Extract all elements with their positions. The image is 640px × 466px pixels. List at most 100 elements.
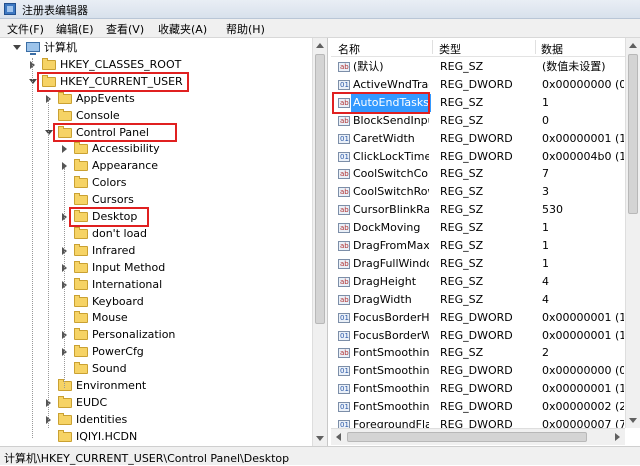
value-row[interactable]: ClickLockTime REG_DWORD 0x000004b0 (1200) <box>331 148 624 166</box>
folder-icon <box>74 142 88 155</box>
status-path: 计算机\HKEY_CURRENT_USER\Control Panel\Desk… <box>4 452 290 465</box>
value-row[interactable]: FocusBorderH... REG_DWORD 0x00000001 (1) <box>331 309 624 327</box>
folder-icon <box>74 243 88 256</box>
value-name: DragFromMaxi... <box>353 239 429 252</box>
tree-item-label: PowerCfg <box>92 345 144 359</box>
menu-help[interactable]: 帮助(H) <box>226 21 265 37</box>
value-row[interactable]: CaretWidth REG_DWORD 0x00000001 (1) <box>331 130 624 148</box>
string-value-icon <box>338 291 350 309</box>
value-data: 0x00000000 (0) <box>542 77 624 91</box>
scroll-thumb[interactable] <box>628 54 638 214</box>
value-type: REG_SZ <box>440 292 484 306</box>
menu-edit[interactable]: 编辑(E) <box>56 21 94 37</box>
value-row[interactable]: FontSmoothin... REG_DWORD 0x00000001 (1) <box>331 380 624 398</box>
scroll-up-arrow-icon[interactable] <box>316 43 324 48</box>
value-data: 0x00000001 (1) <box>542 382 624 396</box>
string-value-icon <box>338 183 350 201</box>
folder-icon <box>74 294 88 307</box>
tree-connector <box>32 58 33 438</box>
value-row[interactable]: BlockSendInpu... REG_SZ 0 <box>331 112 624 130</box>
column-header-name[interactable]: 名称 <box>338 41 360 57</box>
value-type: REG_SZ <box>440 185 484 199</box>
string-value-icon <box>338 344 350 362</box>
menu-file[interactable]: 文件(F) <box>7 21 44 37</box>
value-row[interactable]: FocusBorderW... REG_DWORD 0x00000001 (1) <box>331 327 624 345</box>
column-header-data[interactable]: 数据 <box>541 41 563 57</box>
values-vertical-scrollbar[interactable] <box>625 38 640 428</box>
tree-item-label: Mouse <box>92 311 128 325</box>
tree-vertical-scrollbar[interactable] <box>312 38 327 446</box>
value-data: 4 <box>542 292 549 306</box>
column-header-type[interactable]: 类型 <box>439 41 461 57</box>
dword-value-icon <box>338 130 350 148</box>
value-type: REG_SZ <box>440 60 484 73</box>
value-name: ClickLockTime <box>353 149 429 163</box>
value-row[interactable]: FontSmoothin... REG_DWORD 0x00000002 (2) <box>331 398 624 416</box>
value-row[interactable]: DragFromMaxi... REG_SZ 1 <box>331 237 624 255</box>
expanded-arrow-icon[interactable] <box>45 129 53 135</box>
folder-icon <box>74 193 88 206</box>
window-title: 注册表编辑器 <box>22 4 88 17</box>
tree-item-label: Infrared <box>92 243 136 257</box>
folder-icon <box>74 311 88 324</box>
tree-item-label: Keyboard <box>92 294 144 308</box>
value-data: (数值未设置) <box>542 60 606 73</box>
value-data: 0x000004b0 (1200) <box>542 149 624 163</box>
expanded-arrow-icon[interactable] <box>13 45 21 50</box>
scroll-thumb[interactable] <box>347 432 587 442</box>
value-type: REG_DWORD <box>440 310 513 324</box>
values-list-pane[interactable]: 名称 类型 数据 (默认)REG_SZ(数值未设置)ActiveWndTracR… <box>331 38 640 446</box>
value-row[interactable]: DockMoving REG_SZ 1 <box>331 219 624 237</box>
tree-item-label: HKEY_CLASSES_ROOT <box>60 57 182 71</box>
tree-item-label: Console <box>76 108 120 122</box>
tree-connector <box>64 168 65 388</box>
value-type: REG_SZ <box>440 256 484 270</box>
folder-icon <box>74 159 88 172</box>
value-type: REG_SZ <box>440 346 484 360</box>
folder-icon <box>58 395 72 408</box>
scroll-down-arrow-icon[interactable] <box>629 418 637 423</box>
collapsed-arrow-icon[interactable] <box>62 145 67 154</box>
value-name: DragWidth <box>353 292 412 306</box>
value-row[interactable]: FontSmoothin... REG_DWORD 0x00000000 (0) <box>331 362 624 380</box>
menu-favorites[interactable]: 收藏夹(A) <box>158 21 207 37</box>
highlight-box <box>37 71 190 92</box>
key-tree-pane[interactable]: 计算机 HKEY_CLASSES_ROOT HKEY_CURRENT_USER App… <box>0 38 328 446</box>
folder-icon <box>58 108 72 121</box>
scroll-thumb[interactable] <box>315 54 325 324</box>
value-row[interactable]: DragFullWindo... REG_SZ 1 <box>331 255 624 273</box>
folder-icon <box>74 362 88 375</box>
status-bar: 计算机\HKEY_CURRENT_USER\Control Panel\Desk… <box>0 446 640 465</box>
scroll-up-arrow-icon[interactable] <box>629 43 637 48</box>
value-row[interactable]: DragHeight REG_SZ 4 <box>331 273 624 291</box>
value-data: 1 <box>542 221 549 235</box>
value-name: CoolSwitchCol... <box>353 167 429 181</box>
scroll-left-arrow-icon[interactable] <box>336 433 341 441</box>
expanded-arrow-icon[interactable] <box>29 78 37 84</box>
value-row[interactable]: CoolSwitchRows REG_SZ 3 <box>331 183 624 201</box>
tree-item-label: Identities <box>76 412 128 426</box>
value-row[interactable]: DragWidth REG_SZ 4 <box>331 291 624 309</box>
folder-icon <box>58 412 72 425</box>
value-row[interactable]: CoolSwitchCol... REG_SZ 7 <box>331 165 624 183</box>
string-value-icon <box>338 237 350 255</box>
value-data: 0x00000001 (1) <box>542 328 624 342</box>
value-type: REG_DWORD <box>440 382 513 396</box>
scroll-down-arrow-icon[interactable] <box>316 436 324 441</box>
value-name: (默认) <box>353 60 384 73</box>
tree-item-label: Accessibility <box>92 142 160 156</box>
folder-icon <box>58 429 72 442</box>
value-row[interactable]: FontSmoothing REG_SZ 2 <box>331 344 624 362</box>
value-row[interactable]: CursorBlinkRate REG_SZ 530 <box>331 201 624 219</box>
scroll-right-arrow-icon[interactable] <box>615 433 620 441</box>
dword-value-icon <box>338 309 350 327</box>
values-horizontal-scrollbar[interactable] <box>331 428 625 445</box>
registry-icon <box>4 3 16 15</box>
value-name: DockMoving <box>353 221 421 235</box>
menu-view[interactable]: 查看(V) <box>106 21 144 37</box>
highlight-box <box>69 207 150 227</box>
value-name: CaretWidth <box>353 131 415 145</box>
value-row[interactable]: (默认) REG_SZ (数值未设置) <box>331 58 624 76</box>
value-data: 2 <box>542 346 549 360</box>
value-type: REG_SZ <box>440 95 484 109</box>
